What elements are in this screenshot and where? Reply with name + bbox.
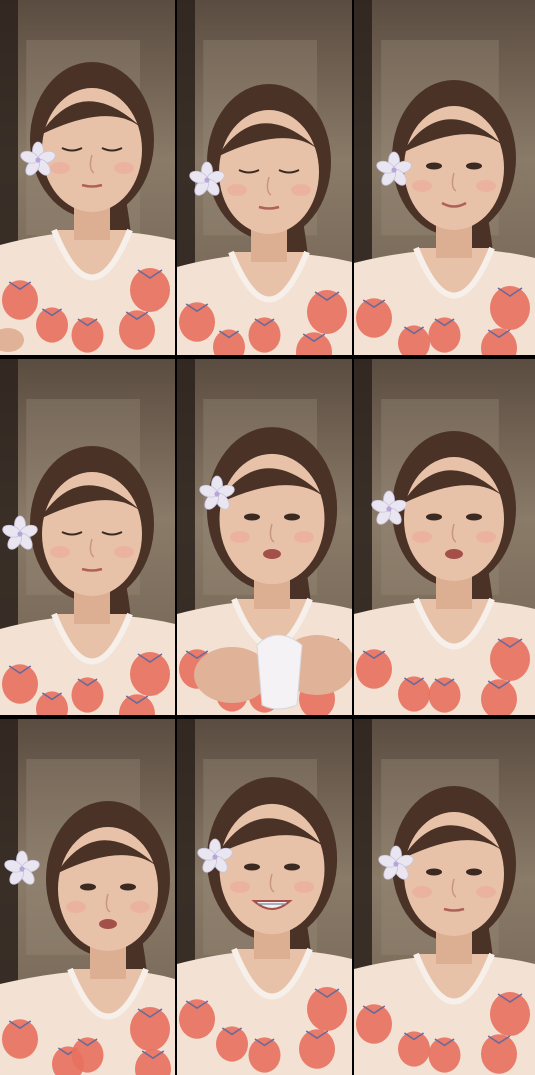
left-cheek: [66, 901, 86, 913]
left-cheek: [227, 184, 247, 196]
frame-scene: [354, 719, 535, 1075]
left-cheek: [412, 886, 432, 898]
right-cheek: [294, 531, 314, 543]
frame-scene: [0, 0, 175, 355]
mouth: [445, 549, 463, 559]
right-eye: [284, 513, 300, 521]
left-cheek: [50, 546, 70, 558]
video-frame-6: [354, 359, 535, 715]
frame-scene: [354, 0, 535, 355]
right-eye: [284, 863, 300, 871]
left-eye: [426, 868, 442, 876]
right-cheek: [291, 184, 311, 196]
right-eye: [466, 162, 482, 170]
mouth: [263, 549, 281, 559]
frame-scene: [177, 719, 352, 1075]
left-cheek: [412, 180, 432, 192]
video-frame-2: [177, 0, 352, 355]
left-eye: [426, 162, 442, 170]
left-cheek: [230, 881, 250, 893]
right-cheek: [476, 531, 496, 543]
left-cheek: [230, 531, 250, 543]
frame-scene: [354, 359, 535, 715]
left-eye: [244, 513, 260, 521]
right-cheek: [476, 886, 496, 898]
frame-scene: [0, 719, 175, 1075]
video-frame-8: [177, 719, 352, 1075]
tissue: [256, 634, 303, 710]
video-frame-5: [177, 359, 352, 715]
video-frame-9: [354, 719, 535, 1075]
left-cheek: [412, 531, 432, 543]
right-eye: [120, 883, 136, 891]
right-cheek: [114, 162, 134, 174]
right-cheek: [476, 180, 496, 192]
left-eye: [244, 863, 260, 871]
left-eye: [426, 513, 442, 521]
video-frame-1: [0, 0, 175, 355]
right-cheek: [114, 546, 134, 558]
mouth: [99, 919, 117, 929]
video-frame-3: [354, 0, 535, 355]
right-eye: [466, 868, 482, 876]
frame-scene: [0, 359, 175, 715]
video-frame-7: [0, 719, 175, 1075]
right-cheek: [294, 881, 314, 893]
video-frame-4: [0, 359, 175, 715]
left-eye: [80, 883, 96, 891]
left-cheek: [50, 162, 70, 174]
right-eye: [466, 513, 482, 521]
frame-scene: [177, 359, 352, 715]
frame-scene: [177, 0, 352, 355]
video-frame-grid: [0, 0, 535, 1075]
right-cheek: [130, 901, 150, 913]
